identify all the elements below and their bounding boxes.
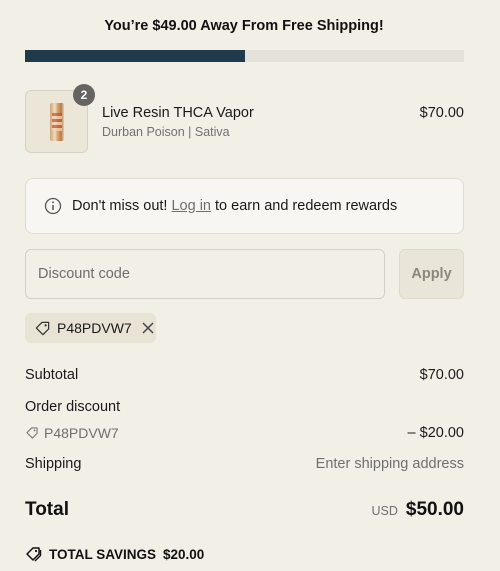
cart-line-item: 2 Live Resin THCA Vapor Durban Poison | …: [25, 84, 464, 154]
apply-button[interactable]: Apply: [399, 249, 464, 299]
login-link[interactable]: Log in: [171, 198, 211, 214]
vape-product-image: [49, 102, 64, 141]
shipping-message: You’re $49.00 Away From Free Shipping!: [104, 18, 384, 34]
total-label: Total: [25, 499, 69, 520]
remove-discount-icon[interactable]: [141, 321, 155, 335]
order-discount-code: P48PDVW7: [44, 425, 119, 441]
info-icon: [44, 197, 62, 215]
notice-suffix: to earn and redeem rewards: [215, 198, 398, 214]
total-value: $50.00: [405, 499, 464, 520]
product-price: $70.00: [419, 105, 464, 121]
order-discount-label: Order discount: [25, 399, 121, 415]
order-discount-code-row: P48PDVW7 – $20.00: [25, 425, 464, 444]
subtotal-label: Subtotal: [25, 367, 79, 383]
savings-value: $20.00: [163, 546, 205, 562]
total-currency: USD: [371, 504, 398, 518]
rewards-notice: Don't miss out! Log in to earn and redee…: [25, 178, 464, 234]
shipping-label: Shipping: [25, 456, 82, 472]
total-amount-group: USD $50.00: [371, 499, 464, 521]
applied-discount-chip: P48PDVW7: [25, 313, 156, 343]
savings-label: TOTAL SAVINGS: [49, 546, 157, 562]
quantity-badge: 2: [73, 84, 95, 106]
notice-prefix: Don't miss out!: [72, 198, 168, 214]
applied-discount-code: P48PDVW7: [57, 320, 132, 336]
shipping-row: Shipping Enter shipping address: [25, 456, 464, 472]
subtotal-value: $70.00: [419, 367, 464, 383]
shipping-progress-bar: [25, 50, 464, 62]
total-savings: TOTAL SAVINGS $20.00: [25, 545, 204, 563]
product-name: Live Resin THCA Vapor: [102, 105, 254, 121]
order-discount-row: Order discount: [25, 399, 464, 415]
tag-icon: [26, 547, 42, 562]
tag-icon: [26, 427, 38, 439]
shipping-value: Enter shipping address: [315, 456, 464, 472]
tag-icon: [35, 321, 50, 335]
product-variant: Durban Poison | Sativa: [102, 125, 230, 139]
order-discount-value: – $20.00: [407, 425, 464, 441]
subtotal-row: Subtotal $70.00: [25, 367, 464, 383]
discount-code-input[interactable]: [25, 249, 385, 299]
shipping-progress-fill: [25, 50, 245, 62]
